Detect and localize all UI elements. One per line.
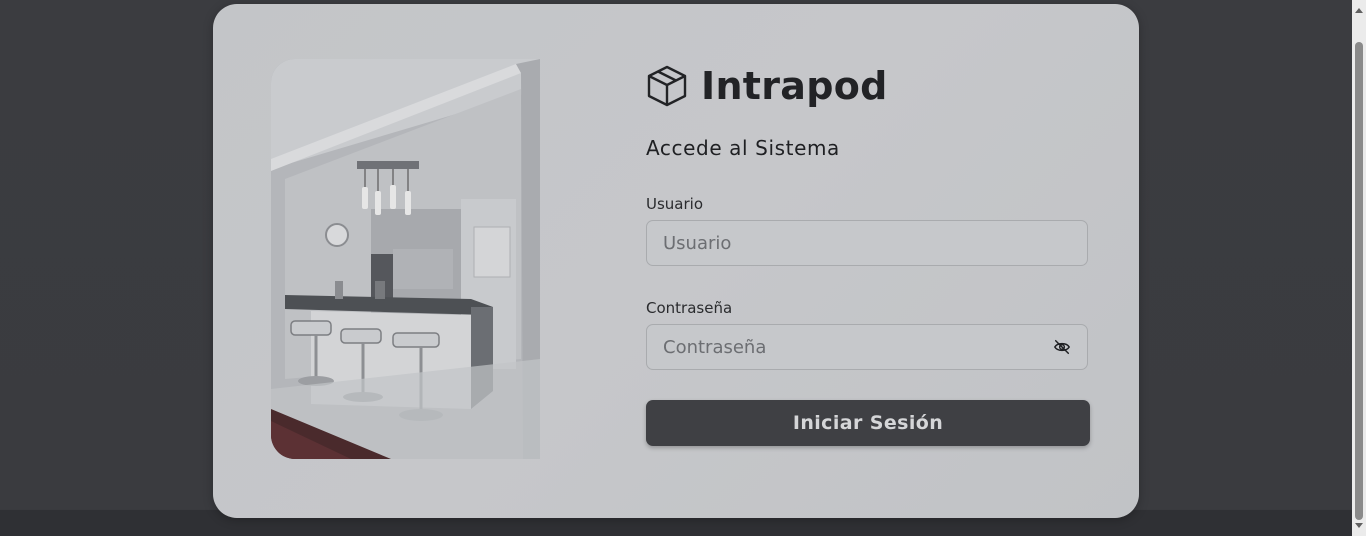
vertical-scrollbar[interactable] <box>1352 0 1366 536</box>
password-input[interactable] <box>647 325 1087 369</box>
password-field-wrapper <box>646 324 1088 370</box>
username-input[interactable] <box>647 221 1087 265</box>
brand-name: Intrapod <box>701 64 888 108</box>
login-card: Intrapod Accede al Sistema Usuario Contr… <box>213 4 1139 518</box>
box-icon <box>647 65 687 107</box>
login-page: Intrapod Accede al Sistema Usuario Contr… <box>0 0 1366 536</box>
eye-slash-icon[interactable] <box>1053 338 1071 356</box>
brand: Intrapod <box>645 62 888 110</box>
scroll-up-arrow-icon[interactable] <box>1355 8 1363 13</box>
username-label: Usuario <box>646 195 704 213</box>
kitchen-photo <box>271 59 540 459</box>
login-button[interactable]: Iniciar Sesión <box>646 400 1090 446</box>
username-field-wrapper <box>646 220 1088 266</box>
form-heading: Accede al Sistema <box>646 136 840 160</box>
scrollbar-thumb[interactable] <box>1355 42 1363 520</box>
scroll-down-arrow-icon[interactable] <box>1355 523 1363 528</box>
password-label: Contraseña <box>646 299 733 317</box>
